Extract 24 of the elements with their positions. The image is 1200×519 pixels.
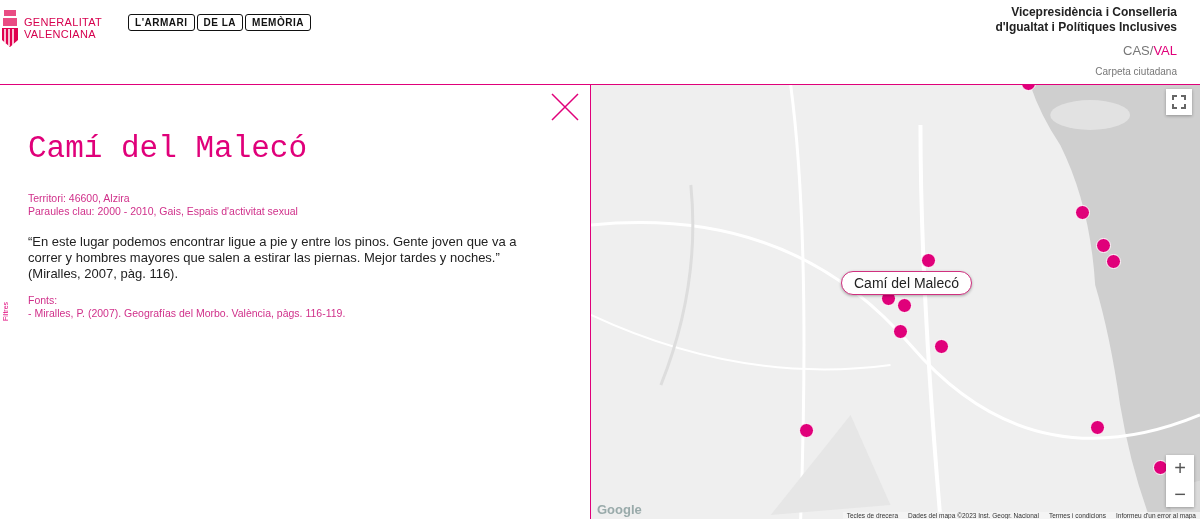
ministry-name: d'Igualtat i Polítiques Inclusives (995, 20, 1177, 35)
place-meta: Paraules clau: 2000 - 2010, Gais, Espais d'activitat sexual (28, 205, 299, 218)
language-separator: / (1149, 43, 1154, 58)
close-icon[interactable] (551, 93, 579, 121)
zoom-in-button[interactable]: + (1166, 455, 1194, 481)
fullscreen-button[interactable] (1166, 89, 1192, 115)
language-link[interactable]: VAL (1153, 43, 1177, 58)
citizen-folder-link[interactable]: Carpeta ciutadana (1095, 66, 1177, 77)
logo-text: VALENCIANA (24, 28, 97, 40)
place-title: Camí del Malecó (28, 131, 309, 166)
language-link[interactable]: CAS (1123, 43, 1150, 58)
logo-text: MEMÒRIA (245, 14, 311, 31)
logo-text: GENERALITAT (24, 16, 103, 28)
source-link[interactable]: - Miralles, P. (2007). Geografías del Morbo. València, pàgs. 116-119. (28, 307, 590, 320)
fullscreen-icon (1172, 95, 1186, 109)
map-marker-label[interactable]: Camí del Malecó (841, 271, 973, 295)
logo-text: L'ARMARI (128, 14, 195, 31)
zoom-out-button[interactable]: − (1166, 481, 1194, 507)
sources-label: Fonts: (28, 294, 59, 307)
logo-text: DE LA (196, 14, 244, 31)
place-meta: Territori: 46600, Alzira (28, 192, 131, 205)
ministry-name: Vicepresidència i Conselleria (1011, 5, 1177, 20)
quote-text: “En este lugar podemos encontrar ligue a pie y entre los pinos. Gente joven que va a correr y hombres mayores que salen a estirar las piernas. Mejor tardes y noches.” (Miralles, 2007, pàg. 116). (28, 234, 518, 282)
map-logo: Google (597, 502, 642, 517)
